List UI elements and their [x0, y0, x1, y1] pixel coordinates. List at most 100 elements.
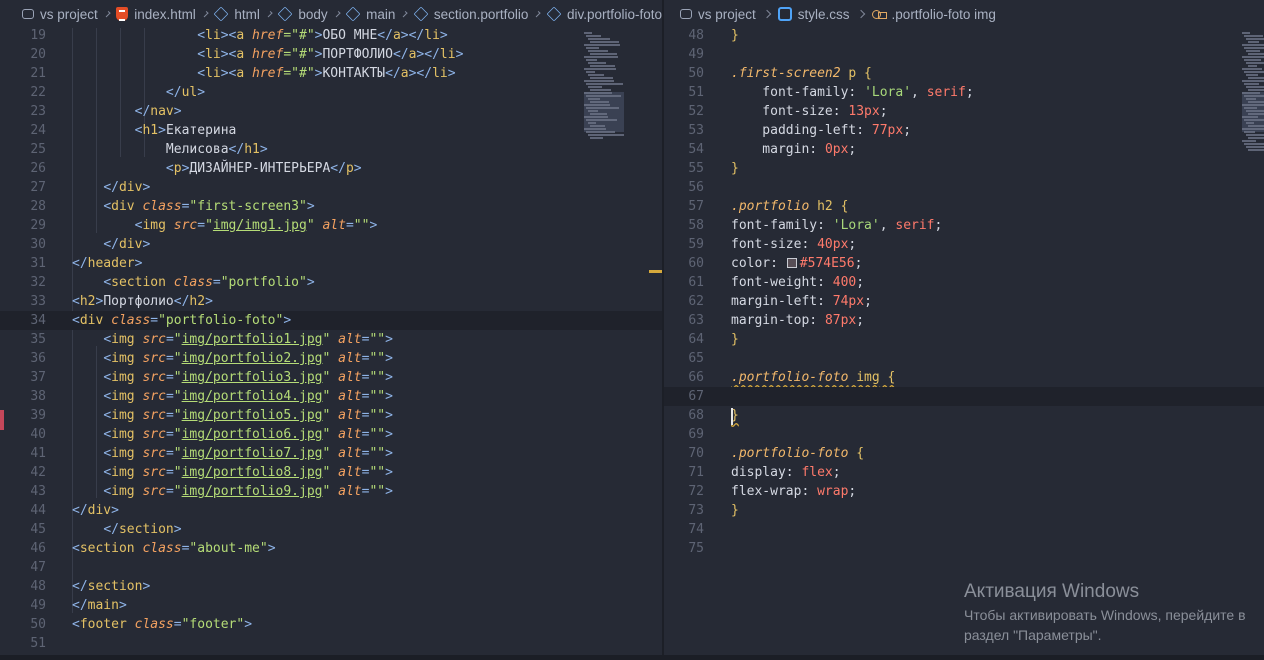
element-icon — [413, 6, 429, 22]
code-line[interactable]: 55} — [664, 159, 1264, 178]
breadcrumb-item[interactable]: vs project — [22, 7, 98, 22]
code-line[interactable]: 53 padding-left: 77px; — [664, 121, 1264, 140]
code-line[interactable]: 51 — [0, 634, 662, 653]
breadcrumb-item[interactable]: vs project — [680, 7, 756, 22]
code-line[interactable]: 19 <li><a href="#">ОБО МНЕ</a></li> — [0, 26, 662, 45]
code-line[interactable]: 74 — [664, 520, 1264, 539]
code-line[interactable]: 49 — [664, 45, 1264, 64]
breadcrumb-item[interactable]: div.portfolio-foto — [546, 7, 662, 22]
breadcrumb-item[interactable]: section.portfolio — [413, 6, 528, 22]
minimap-line — [590, 125, 605, 127]
code-line[interactable]: 30 </div> — [0, 235, 662, 254]
code-line[interactable]: 72 flex-wrap: wrap; — [664, 482, 1264, 501]
breadcrumb-item[interactable]: html — [213, 7, 260, 22]
code-line[interactable]: 58 font-family: 'Lora', serif; — [664, 216, 1264, 235]
code-line[interactable]: 36 <img src="img/portfolio2.jpg" alt=""> — [0, 349, 662, 368]
code-line[interactable]: 45 </section> — [0, 520, 662, 539]
code-line[interactable]: 28 <div class="first-screen3"> — [0, 197, 662, 216]
code-line[interactable]: 24 <h1>Екатерина — [0, 121, 662, 140]
code-line[interactable]: 62 margin-left: 74px; — [664, 292, 1264, 311]
code-line[interactable]: 48 </section> — [0, 577, 662, 596]
code-line[interactable]: 50 <footer class="footer"> — [0, 615, 662, 634]
code-line[interactable]: 39 <img src="img/portfolio5.jpg" alt=""> — [0, 406, 662, 425]
code-line[interactable]: 38 <img src="img/portfolio4.jpg" alt=""> — [0, 387, 662, 406]
code-line[interactable]: 68} — [664, 406, 1264, 425]
line-number: 73 — [688, 503, 704, 518]
code-line[interactable]: 33 <h2>Портфолио</h2> — [0, 292, 662, 311]
code-line[interactable]: 52 font-size: 13px; — [664, 102, 1264, 121]
code-line[interactable]: 59 font-size: 40px; — [664, 235, 1264, 254]
code-line[interactable]: 67 — [664, 387, 1264, 406]
code-line[interactable]: 48} — [664, 26, 1264, 45]
code-text: } — [731, 330, 739, 349]
code-line[interactable]: 56 — [664, 178, 1264, 197]
code-line[interactable]: 40 <img src="img/portfolio6.jpg" alt=""> — [0, 425, 662, 444]
code-line[interactable]: 20 <li><a href="#">ПОРТФОЛИО</a></li> — [0, 45, 662, 64]
code-line[interactable]: 64} — [664, 330, 1264, 349]
code-line[interactable]: 65 — [664, 349, 1264, 368]
code-line[interactable]: 70 .portfolio-foto { — [664, 444, 1264, 463]
color-swatch[interactable] — [786, 258, 797, 268]
code-line[interactable]: 61 font-weight: 400; — [664, 273, 1264, 292]
code-line[interactable]: 71 display: flex; — [664, 463, 1264, 482]
line-number: 42 — [30, 465, 46, 480]
breadcrumb-item[interactable]: body — [277, 7, 328, 22]
minimap[interactable] — [1242, 32, 1264, 152]
code-line[interactable]: 27 </div> — [0, 178, 662, 197]
code-line[interactable]: 21 <li><a href="#">КОНТАКТЫ</a></li> — [0, 64, 662, 83]
code-line[interactable]: 73} — [664, 501, 1264, 520]
breadcrumb-item[interactable]: style.css — [777, 6, 850, 22]
code-line[interactable]: 75 — [664, 539, 1264, 558]
code-line[interactable]: 69 — [664, 425, 1264, 444]
minimap-line — [584, 32, 592, 34]
code-line[interactable]: 32 <section class="portfolio"> — [0, 273, 662, 292]
code-line[interactable]: 42 <img src="img/portfolio8.jpg" alt=""> — [0, 463, 662, 482]
code-line[interactable]: 50 .first-screen2 p { — [664, 64, 1264, 83]
code-token: < — [103, 275, 112, 290]
code-line[interactable]: 60 color: #574E56; — [664, 254, 1264, 273]
line-number: 48 — [30, 579, 46, 594]
code-line[interactable]: 29 <img src="img/img1.jpg" alt=""> — [0, 216, 662, 235]
code-line[interactable]: 35 <img src="img/portfolio1.jpg" alt=""> — [0, 330, 662, 349]
breadcrumb-label: style.css — [797, 6, 850, 22]
code-line[interactable]: 66 .portfolio-foto img { — [664, 368, 1264, 387]
code-line[interactable]: 37 <img src="img/portfolio3.jpg" alt=""> — [0, 368, 662, 387]
code-line[interactable]: 34 <div class="portfolio-foto"> — [0, 311, 662, 330]
code-text: <img src="img/portfolio5.jpg" alt=""> — [72, 406, 393, 425]
html-editor-pane[interactable]: vs project index.html html body main section.… — [0, 0, 662, 655]
code-line[interactable]: 26 <p>ДИЗАЙНЕР-ИНТЕРЬЕРА</p> — [0, 159, 662, 178]
code-line[interactable]: 63 margin-top: 87px; — [664, 311, 1264, 330]
code-token: img/portfolio1.jpg — [181, 332, 323, 347]
code-line[interactable]: 31 </header> — [0, 254, 662, 273]
breadcrumb-item[interactable]: main — [345, 7, 395, 22]
code-line[interactable]: 43 <img src="img/portfolio9.jpg" alt=""> — [0, 482, 662, 501]
code-line[interactable]: 23 </nav> — [0, 102, 662, 121]
breadcrumb-item[interactable]: index.html — [116, 7, 196, 22]
code-text: <li><a href="#">КОНТАКТЫ</a></li> — [72, 64, 455, 83]
code-line[interactable]: 54 margin: 0px; — [664, 140, 1264, 159]
code-line[interactable]: 47 — [0, 558, 662, 577]
code-token: .portfolio-foto — [731, 446, 849, 461]
code-token: " — [306, 218, 315, 233]
css-editor-pane[interactable]: vs project style.css .portfolio-foto img 4… — [664, 0, 1264, 655]
code-line[interactable]: 51 font-family: 'Lora', serif; — [664, 83, 1264, 102]
code-token: "portfolio" — [220, 275, 307, 290]
code-token: section — [111, 275, 166, 290]
minimap[interactable] — [584, 32, 636, 152]
code-line[interactable]: 57 .portfolio h2 { — [664, 197, 1264, 216]
chevron-right-icon — [762, 9, 772, 19]
breadcrumb-item[interactable]: .portfolio-foto img — [871, 7, 996, 22]
code-token: { — [879, 370, 896, 385]
code-line[interactable]: 46 <section class="about-me"> — [0, 539, 662, 558]
code-line[interactable]: 22 </ul> — [0, 83, 662, 102]
code-line[interactable]: 44 </div> — [0, 501, 662, 520]
code-token: h2 — [809, 199, 833, 214]
breadcrumb-label: vs project — [698, 6, 756, 22]
code-line[interactable]: 41 <img src="img/portfolio7.jpg" alt=""> — [0, 444, 662, 463]
code-line[interactable]: 25 Мелисова</h1> — [0, 140, 662, 159]
code-line[interactable]: 49 </main> — [0, 596, 662, 615]
